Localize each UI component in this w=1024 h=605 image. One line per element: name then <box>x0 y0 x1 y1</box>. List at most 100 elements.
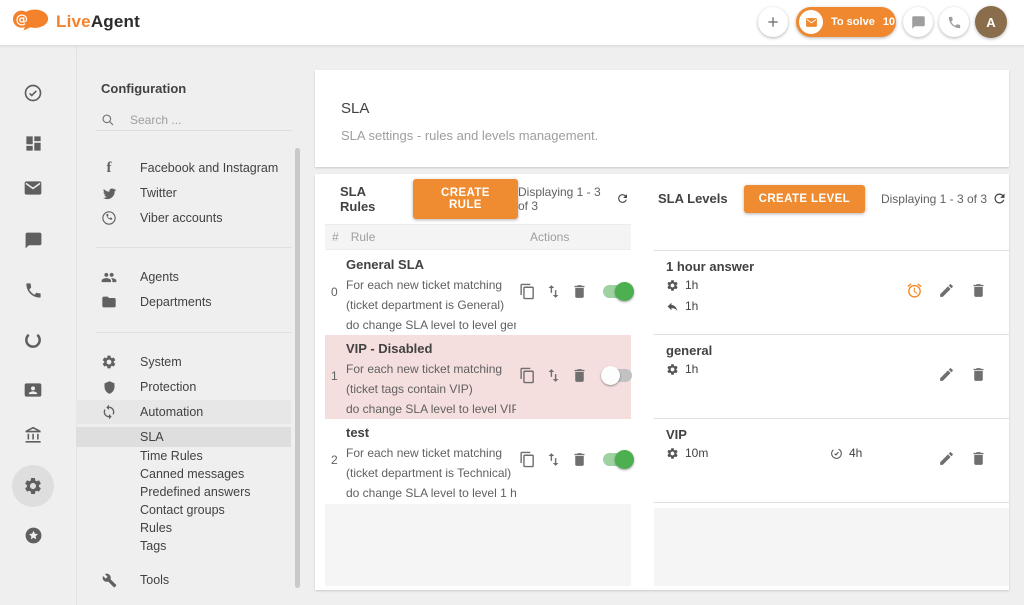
sidebar-item-label: System <box>140 355 182 369</box>
rule-desc-line: do change SLA level to level 1 ho <box>346 486 516 500</box>
sidebar-item-agents[interactable]: Agents <box>76 265 291 289</box>
to-solve-button[interactable]: To solve 10 <box>796 7 896 37</box>
trash-icon[interactable] <box>571 283 588 300</box>
sidebar-item-label: Protection <box>140 380 196 394</box>
trash-icon[interactable] <box>970 450 987 467</box>
rail-chats[interactable] <box>23 230 43 250</box>
sidebar-item-tools[interactable]: Tools <box>76 568 291 592</box>
sidebar-subitem-contact-groups[interactable]: Contact groups <box>76 501 291 519</box>
trash-icon[interactable] <box>571 451 588 468</box>
rule-desc-line: do change SLA level to level gen <box>346 318 516 332</box>
reorder-icon[interactable] <box>545 451 562 468</box>
sla-content-card: SLA Rules CREATE RULE Displaying 1 - 3 o… <box>315 174 1009 590</box>
col-actions: Actions <box>530 230 569 244</box>
sidebar-item-twitter[interactable]: Twitter <box>76 181 291 205</box>
rail-billing[interactable] <box>23 425 43 445</box>
rule-desc-line: (ticket department is Technical) <box>346 466 511 480</box>
sidebar-subitem-label: Time Rules <box>140 449 203 463</box>
sidebar-search[interactable] <box>101 108 291 132</box>
avatar[interactable]: A <box>975 6 1007 38</box>
liveagent-logo[interactable]: @ LiveAgent <box>12 7 140 37</box>
sla-levels-header: SLA Levels CREATE LEVEL Displaying 1 - 3… <box>654 174 1009 223</box>
sidebar-item-system[interactable]: System <box>76 350 291 374</box>
sidebar-item-automation[interactable]: Automation <box>76 400 291 424</box>
sidebar-subitem-label: Tags <box>140 539 166 553</box>
reorder-icon[interactable] <box>545 283 562 300</box>
rule-row[interactable]: 2 test For each new ticket matching (tic… <box>325 419 631 503</box>
refresh-icon[interactable] <box>616 191 629 206</box>
level-actions <box>938 450 987 467</box>
pencil-icon[interactable] <box>938 366 955 383</box>
search-icon <box>101 113 115 127</box>
liveagent-bubble-icon: @ <box>12 7 50 37</box>
sidebar-subitem-sla[interactable]: SLA <box>76 427 291 447</box>
svg-text:@: @ <box>16 13 28 27</box>
rule-title: General SLA <box>346 257 424 272</box>
level-row[interactable]: general 1h <box>654 335 1009 419</box>
to-solve-count: 10 <box>883 16 895 28</box>
sidebar-subitem-predefined-answers[interactable]: Predefined answers <box>76 483 291 501</box>
trash-icon[interactable] <box>571 367 588 384</box>
levels-displaying-text: Displaying 1 - 3 of 3 <box>881 192 987 206</box>
envelope-badge <box>799 10 823 34</box>
copy-icon[interactable] <box>519 367 536 384</box>
rule-enabled-toggle[interactable] <box>603 453 632 466</box>
calls-button[interactable] <box>939 7 969 37</box>
chats-button[interactable] <box>903 7 933 37</box>
rules-displaying: Displaying 1 - 3 of 3 <box>518 185 629 213</box>
trash-icon[interactable] <box>970 282 987 299</box>
reorder-icon[interactable] <box>545 367 562 384</box>
rail-tickets[interactable] <box>23 178 43 198</box>
sidebar-item-departments[interactable]: Departments <box>76 290 291 314</box>
check-circle-icon <box>23 83 43 103</box>
add-button[interactable] <box>758 7 788 37</box>
rail-settings[interactable] <box>23 476 43 496</box>
trash-icon[interactable] <box>970 366 987 383</box>
refresh-icon[interactable] <box>992 191 1007 206</box>
people-icon <box>101 269 117 285</box>
level-row[interactable]: VIP 10m 4h <box>654 419 1009 503</box>
clipped-list-item[interactable]: .. <box>105 135 114 145</box>
gear-icon <box>666 363 679 376</box>
search-input[interactable] <box>128 112 282 128</box>
sidebar-subitem-time-rules[interactable]: Time Rules <box>76 447 291 465</box>
alarm-icon[interactable] <box>906 282 923 299</box>
rule-index: 1 <box>331 369 338 383</box>
level-row[interactable]: 1 hour answer 1h 1h <box>654 251 1009 335</box>
rule-title: VIP - Disabled <box>346 341 432 356</box>
create-level-button[interactable]: CREATE LEVEL <box>744 185 865 213</box>
rail-reports[interactable] <box>23 330 43 350</box>
pencil-icon[interactable] <box>938 282 955 299</box>
gear-icon <box>23 476 43 496</box>
rule-row[interactable]: 0 General SLA For each new ticket matchi… <box>325 251 631 335</box>
copy-icon[interactable] <box>519 283 536 300</box>
rail-to-solve[interactable] <box>23 83 43 103</box>
sidebar-subitem-label: Canned messages <box>140 467 244 481</box>
check-circle-icon <box>830 447 843 460</box>
sidebar-scrollbar[interactable] <box>295 148 300 588</box>
page-header-card: SLA SLA settings - rules and levels mana… <box>315 70 1009 167</box>
sidebar-item-viber[interactable]: Viber accounts <box>76 206 291 230</box>
rail-upgrade[interactable] <box>23 525 43 545</box>
rules-table-header: # Rule Actions <box>325 224 631 250</box>
rule-row[interactable]: 1 VIP - Disabled For each new ticket mat… <box>325 335 631 419</box>
time-value: 1h <box>685 278 698 292</box>
sidebar-subitem-tags[interactable]: Tags <box>76 537 291 555</box>
sidebar-item-facebook[interactable]: f Facebook and Instagram <box>76 156 291 180</box>
create-rule-button[interactable]: CREATE RULE <box>413 179 518 219</box>
rule-enabled-toggle[interactable] <box>603 285 632 298</box>
rule-enabled-toggle[interactable] <box>603 369 632 382</box>
sidebar-item-label: Twitter <box>140 186 177 200</box>
first-answer-time: 1h <box>666 278 698 292</box>
rail-dashboard[interactable] <box>23 133 43 153</box>
rule-index: 2 <box>331 453 338 467</box>
sidebar-item-protection[interactable]: Protection <box>76 375 291 399</box>
copy-icon[interactable] <box>519 451 536 468</box>
sidebar-subitem-canned-messages[interactable]: Canned messages <box>76 465 291 483</box>
pencil-icon[interactable] <box>938 450 955 467</box>
sidebar-subitem-rules[interactable]: Rules <box>76 519 291 537</box>
rail-calls[interactable] <box>23 280 43 300</box>
rule-desc-line: (ticket tags contain VIP) <box>346 382 473 396</box>
rail-customers[interactable] <box>23 380 43 400</box>
contact-card-icon <box>23 380 43 400</box>
